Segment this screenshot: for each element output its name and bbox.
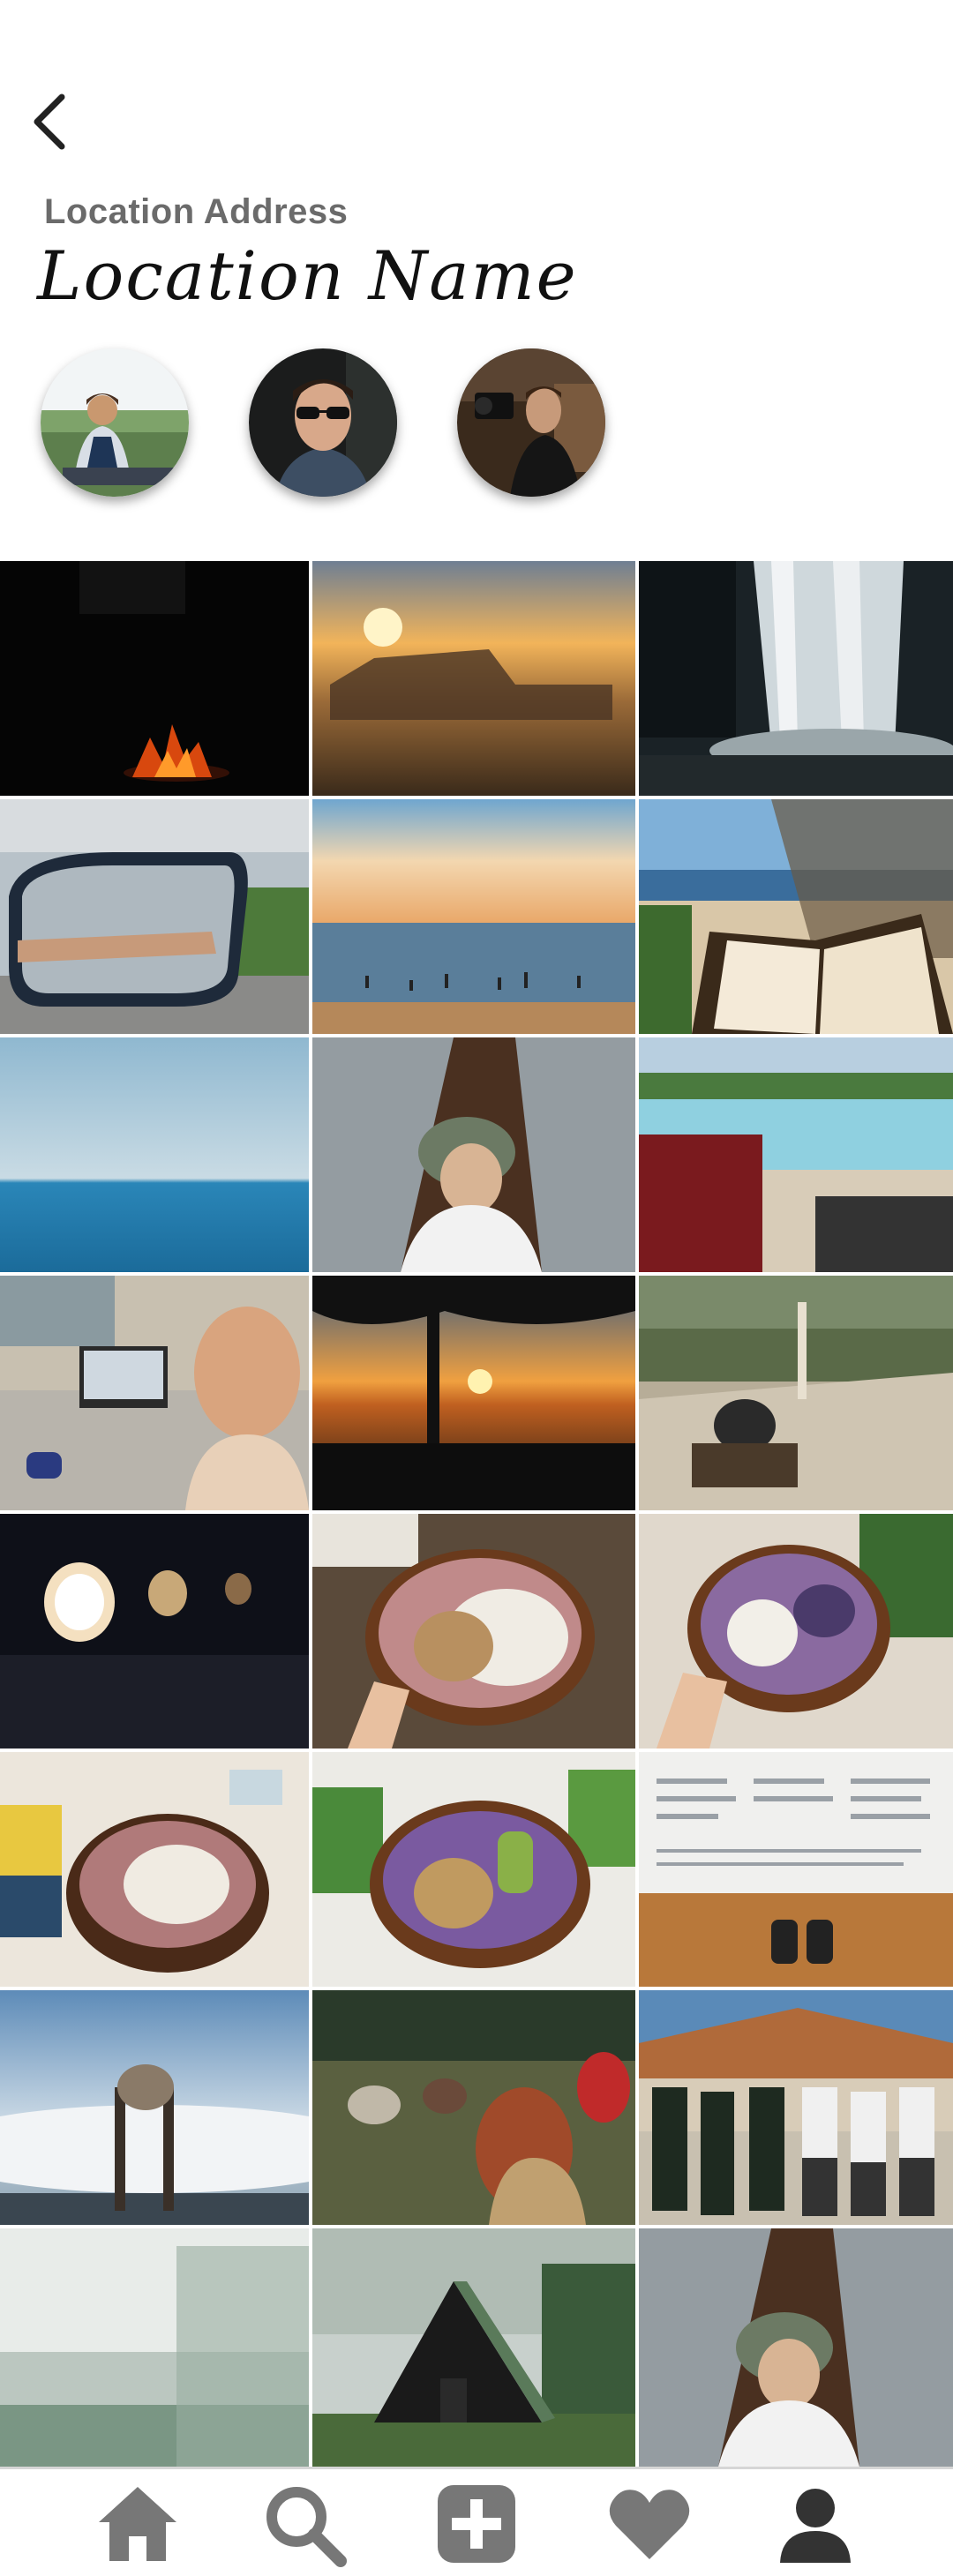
grid-photo-laptop-selfie[interactable] — [0, 1276, 309, 1510]
grid-photo-sign-clouds[interactable] — [0, 1990, 309, 2225]
back-button[interactable] — [21, 85, 78, 159]
grid-photo-waterfall[interactable] — [639, 561, 953, 796]
grid-photo-document-shoes[interactable] — [639, 1752, 953, 1987]
grid-photo-campfire[interactable] — [0, 561, 309, 796]
grid-photo-laptop-pool[interactable] — [639, 1037, 953, 1272]
profile-icon — [780, 2489, 851, 2563]
tab-home[interactable] — [42, 2469, 233, 2576]
grid-photo-smoothie-kiwi[interactable] — [312, 1752, 635, 1987]
grid-photo-beach-swimmers[interactable] — [312, 799, 635, 1034]
tab-profile[interactable] — [720, 2469, 911, 2576]
grid-photo-sunset-tree[interactable] — [312, 1276, 635, 1510]
photo-grid — [0, 561, 953, 2467]
heart-icon — [609, 2490, 690, 2559]
grid-photo-gathering[interactable] — [312, 1990, 635, 2225]
grid-photo-smoothie-bowl[interactable] — [312, 1514, 635, 1749]
search-icon — [266, 2487, 347, 2567]
tab-search[interactable] — [208, 2469, 399, 2576]
home-icon — [99, 2487, 176, 2561]
bottom-tab-bar — [0, 2467, 953, 2576]
location-address: Location Address — [44, 192, 349, 231]
grid-photo-ocean-horizon[interactable] — [0, 1037, 309, 1272]
location-name: Location Name — [37, 236, 578, 315]
avatar-man-camera[interactable] — [457, 348, 605, 497]
grid-photo-airplane-cabin[interactable] — [0, 1514, 309, 1749]
grid-photo-smoothie-candle[interactable] — [0, 1752, 309, 1987]
tab-activity[interactable] — [554, 2469, 745, 2576]
grid-photo-sunset-truck[interactable] — [312, 561, 635, 796]
grid-photo-a-frame-cabin[interactable] — [312, 2228, 635, 2467]
grid-photo-book-beach[interactable] — [639, 799, 953, 1034]
grid-photo-smoothie-berries[interactable] — [639, 1514, 953, 1749]
add-icon — [438, 2485, 515, 2563]
avatar-woman-sitting[interactable] — [41, 348, 189, 497]
grid-photo-boardwalk[interactable] — [639, 1276, 953, 1510]
chevron-left-icon — [34, 94, 65, 150]
grid-photo-woman-canoe-2[interactable] — [639, 2228, 953, 2467]
tab-add[interactable] — [381, 2469, 572, 2576]
avatar-man-sunglasses[interactable] — [249, 348, 397, 497]
grid-photo-dancers[interactable] — [639, 1990, 953, 2225]
grid-photo-car-mirror[interactable] — [0, 799, 309, 1034]
grid-photo-misty-forest[interactable] — [0, 2228, 309, 2467]
grid-photo-woman-canoe[interactable] — [312, 1037, 635, 1272]
